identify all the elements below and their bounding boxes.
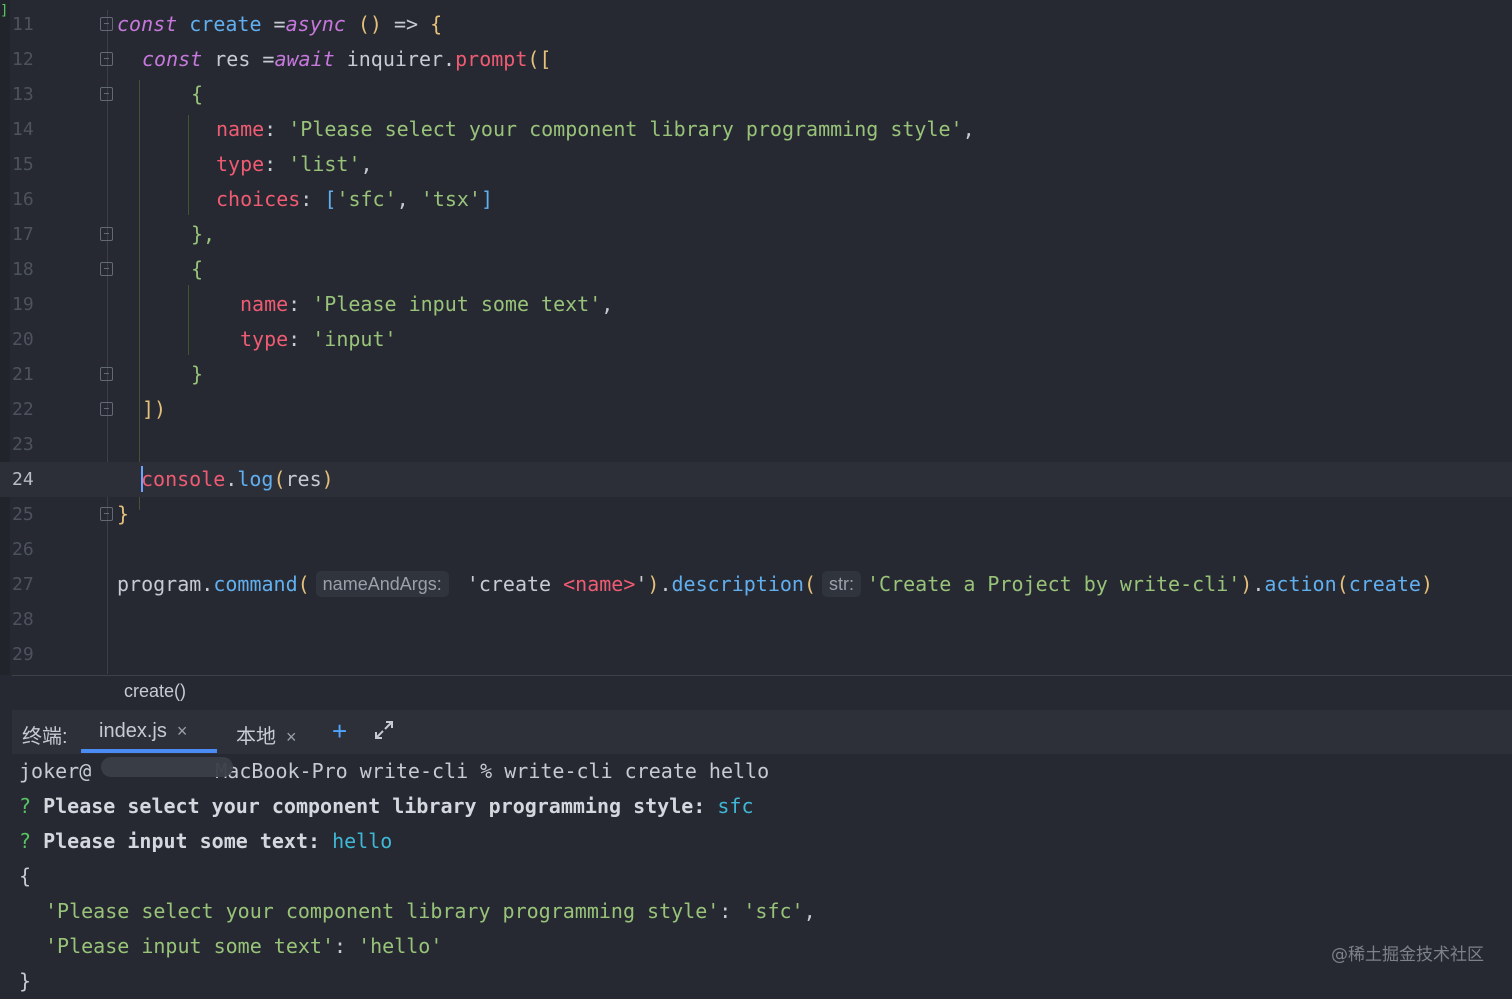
code-text: console.log(res) [141,465,334,492]
code-line[interactable]: 14 name: 'Please select your component l… [0,112,1512,147]
tab-label: index.js [99,720,167,742]
line-number: 16 [12,189,34,210]
fold-icon[interactable] [100,402,113,416]
code-line[interactable]: 18 { [0,252,1512,287]
text-caret [141,465,143,492]
code-line[interactable]: 11 const create =async () => { [0,7,1512,42]
breadcrumb-bar: create() [12,675,1512,711]
close-icon[interactable]: × [286,727,297,747]
line-number: 19 [12,294,34,315]
code-line[interactable]: 25 } [0,497,1512,532]
code-line[interactable]: 15 type: 'list', [0,147,1512,182]
code-line[interactable]: 21 } [0,357,1512,392]
code-line[interactable]: 13 { [0,77,1512,112]
line-number: 26 [12,539,34,560]
fold-icon[interactable] [100,507,113,521]
line-number: 20 [12,329,34,350]
code-text: }, [191,222,216,246]
code-text: const res =await inquirer.prompt([ [142,47,552,71]
watermark: @稀土掘金技术社区 [1331,945,1484,965]
code-line[interactable]: 27 program.command(nameAndArgs: 'create … [0,567,1512,602]
line-number: 27 [12,574,34,595]
code-text: program.command(nameAndArgs: 'create <na… [117,570,1433,597]
parameter-hint: nameAndArgs: [315,570,449,597]
line-number: 14 [12,119,34,140]
code-text: } [117,502,130,526]
line-number: 21 [12,364,34,385]
line-number: 12 [12,49,34,70]
code-text: { [191,82,204,106]
fold-icon[interactable] [100,227,113,241]
code-line[interactable]: 26 [0,532,1512,567]
line-number: 11 [12,14,34,35]
code-line[interactable]: 28 [0,602,1512,637]
line-number: 15 [12,154,34,175]
terminal-tab-bar: 终端: index.js × 本地 × + [12,710,1512,754]
code-line-current[interactable]: 24 console.log(res) [0,462,1512,497]
tab-index-js[interactable]: index.js × [99,720,187,743]
tab-label: 本地 [236,726,276,748]
close-icon[interactable]: × [177,721,188,741]
code-text: name: 'Please input some text', [240,292,614,316]
line-number: 22 [12,399,34,420]
line-number: 23 [12,434,34,455]
expand-icon[interactable] [372,718,396,742]
fold-icon[interactable] [100,262,113,276]
terminal-label: 终端: [22,726,68,748]
fold-icon[interactable] [100,52,113,66]
code-text: type: 'list', [216,152,373,176]
terminal-line: { [19,864,32,888]
active-tab-indicator [81,749,217,753]
tab-local[interactable]: 本地 × [236,720,297,749]
code-line[interactable]: 17 }, [0,217,1512,252]
line-number: 17 [12,224,34,245]
line-number: 18 [12,259,34,280]
code-line[interactable]: 12 const res =await inquirer.prompt([ [0,42,1512,77]
fold-icon[interactable] [100,17,113,31]
code-line[interactable]: 22 ]) [0,392,1512,427]
code-text: { [191,257,204,281]
terminal-line: } [19,969,32,993]
terminal-line: 'Please select your component library pr… [45,899,816,923]
code-line[interactable]: 20 type: 'input' [0,322,1512,357]
parameter-hint: str: [822,570,862,597]
terminal-line: ? Please select your component library p… [19,794,754,818]
code-editor[interactable]: ] 11 const create =async () => { 12 cons… [0,0,1512,675]
code-text: name: 'Please select your component libr… [216,117,975,141]
code-text: ]) [142,397,167,421]
breadcrumb[interactable]: create() [124,681,186,702]
line-number: 13 [12,84,34,105]
code-line[interactable]: 19 name: 'Please input some text', [0,287,1512,322]
terminal-output[interactable]: joker@ MacBook-Pro write-cli % write-cli … [0,754,1512,993]
add-terminal-icon[interactable]: + [332,716,347,746]
terminal-line: joker@ MacBook-Pro write-cli % write-cli … [19,757,770,783]
line-number: 24 [12,469,34,490]
terminal-line: ? Please input some text: hello [19,829,393,853]
line-number: 25 [12,504,34,525]
fold-icon[interactable] [100,367,113,381]
code-line[interactable]: 23 [0,427,1512,462]
redacted-username [101,757,233,777]
code-text: } [191,362,204,386]
line-number: 29 [12,644,34,665]
code-text: const create =async () => { [117,12,443,36]
fold-icon[interactable] [100,87,113,101]
code-text: choices: ['sfc', 'tsx'] [216,187,494,211]
line-number: 28 [12,609,34,630]
code-text: type: 'input' [240,327,397,351]
terminal-line: 'Please input some text': 'hello' [45,934,443,958]
code-line[interactable]: 16 choices: ['sfc', 'tsx'] [0,182,1512,217]
code-line[interactable]: 29 [0,637,1512,672]
